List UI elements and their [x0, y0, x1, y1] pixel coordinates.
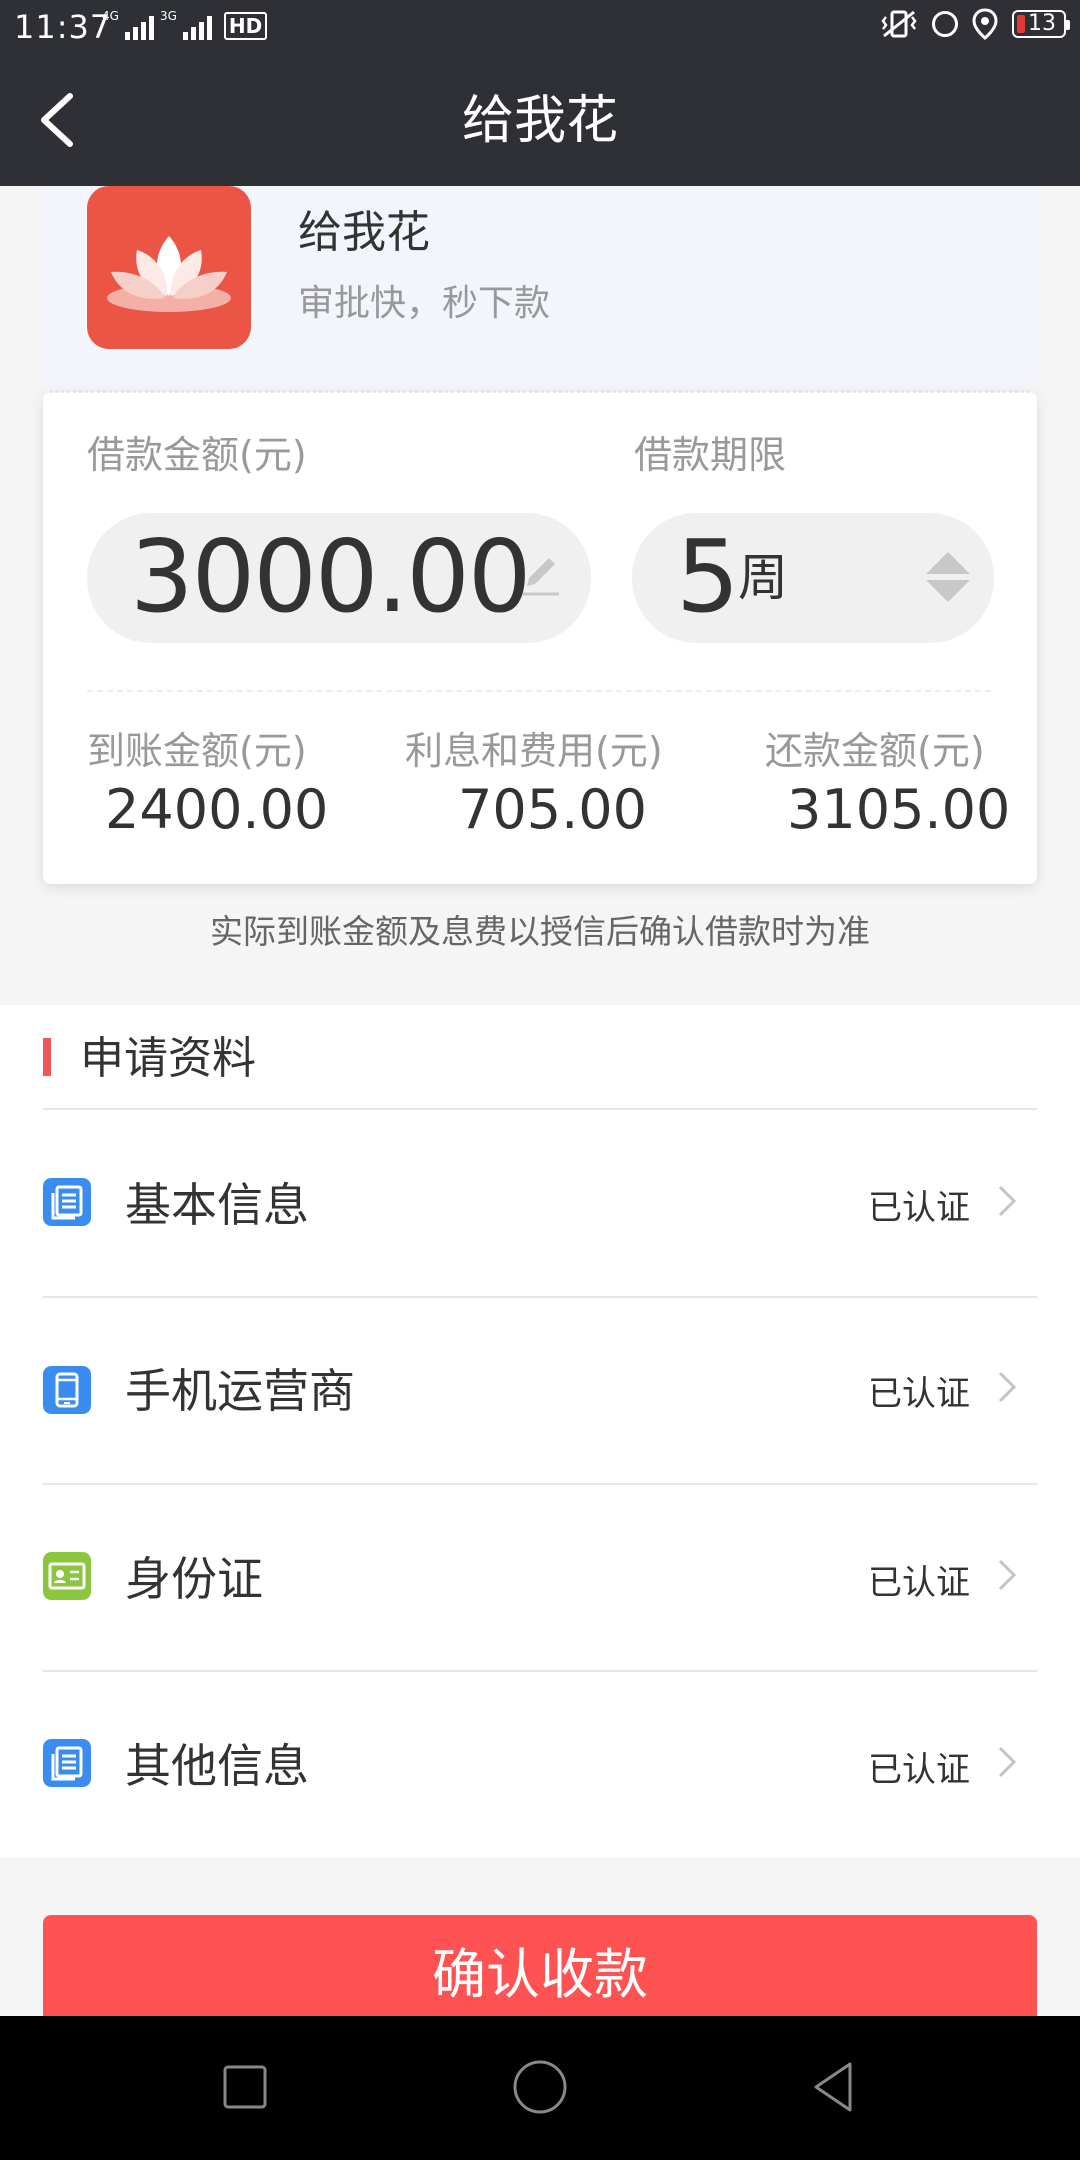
home-icon[interactable] [505, 2052, 575, 2122]
recent-apps-icon[interactable] [210, 2052, 280, 2122]
summary-divider [87, 690, 991, 692]
network-type-1: 4G [102, 9, 119, 23]
loan-amount-value[interactable]: 3000.00 [130, 512, 532, 642]
disclaimer-text: 实际到账金额及息费以授信后确认借款时为准 [210, 912, 870, 951]
battery-icon: 13 [1012, 10, 1070, 38]
document-icon [43, 1739, 91, 1787]
network-type-2: 3G [159, 9, 177, 23]
repay-amount-label: 还款金额(元) [765, 729, 985, 773]
section-title: 申请资料 [80, 1033, 256, 1084]
phone-icon [43, 1366, 91, 1414]
up-down-arrows-icon[interactable] [924, 550, 972, 604]
loan-term-number[interactable]: 5 [676, 512, 740, 642]
hd-badge: HD [223, 12, 268, 40]
document-icon [43, 1178, 91, 1226]
edit-icon[interactable] [515, 550, 565, 600]
repay-amount-value: 3105.00 [787, 778, 1011, 841]
list-item-status: 已认证 [868, 1750, 970, 1790]
list-item-status: 已认证 [868, 1563, 970, 1603]
interest-fees-label: 利息和费用(元) [405, 729, 663, 773]
loan-term-unit[interactable]: 周 [738, 543, 788, 613]
list-item-label: 身份证 [125, 1552, 263, 1606]
status-time: 11:37 [14, 8, 112, 46]
list-item-label: 手机运营商 [125, 1364, 355, 1418]
battery-level: 13 [1028, 11, 1056, 36]
id-card-icon [43, 1552, 91, 1600]
list-item-status: 已认证 [868, 1188, 970, 1228]
location-icon [972, 8, 998, 40]
app-header: 给我花 [0, 56, 1080, 186]
product-slogan: 审批快，秒下款 [298, 283, 551, 324]
status-bar: 11:37 4G 3G HD 13 [0, 0, 1080, 56]
product-name: 给我花 [298, 207, 430, 258]
loan-amount-label: 借款金额(元) [87, 433, 307, 477]
signal-icon-2 [182, 16, 212, 40]
chevron-right-icon [998, 1185, 1017, 1217]
chevron-right-icon [998, 1371, 1017, 1403]
section-accent-bar [43, 1038, 51, 1076]
card-divider [50, 390, 1030, 393]
interest-fees-value: 705.00 [458, 778, 647, 841]
lotus-icon [107, 236, 231, 312]
list-item-label: 基本信息 [125, 1178, 309, 1232]
chevron-right-icon [998, 1746, 1017, 1778]
back-icon[interactable] [800, 2052, 870, 2122]
status-right: 13 [880, 8, 1070, 40]
chevron-right-icon [998, 1559, 1017, 1591]
loan-term-label: 借款期限 [634, 433, 787, 477]
signal-icon [124, 16, 154, 40]
lock-icon [932, 11, 958, 37]
received-amount-value: 2400.00 [105, 778, 329, 841]
app-logo [87, 186, 251, 349]
vibrate-icon [881, 10, 917, 38]
list-item-label: 其他信息 [125, 1739, 309, 1793]
list-item-status: 已认证 [868, 1374, 970, 1414]
page-title: 给我花 [461, 91, 618, 151]
received-amount-label: 到账金额(元) [87, 729, 307, 773]
network-indicators: 4G 3G HD [102, 9, 268, 40]
